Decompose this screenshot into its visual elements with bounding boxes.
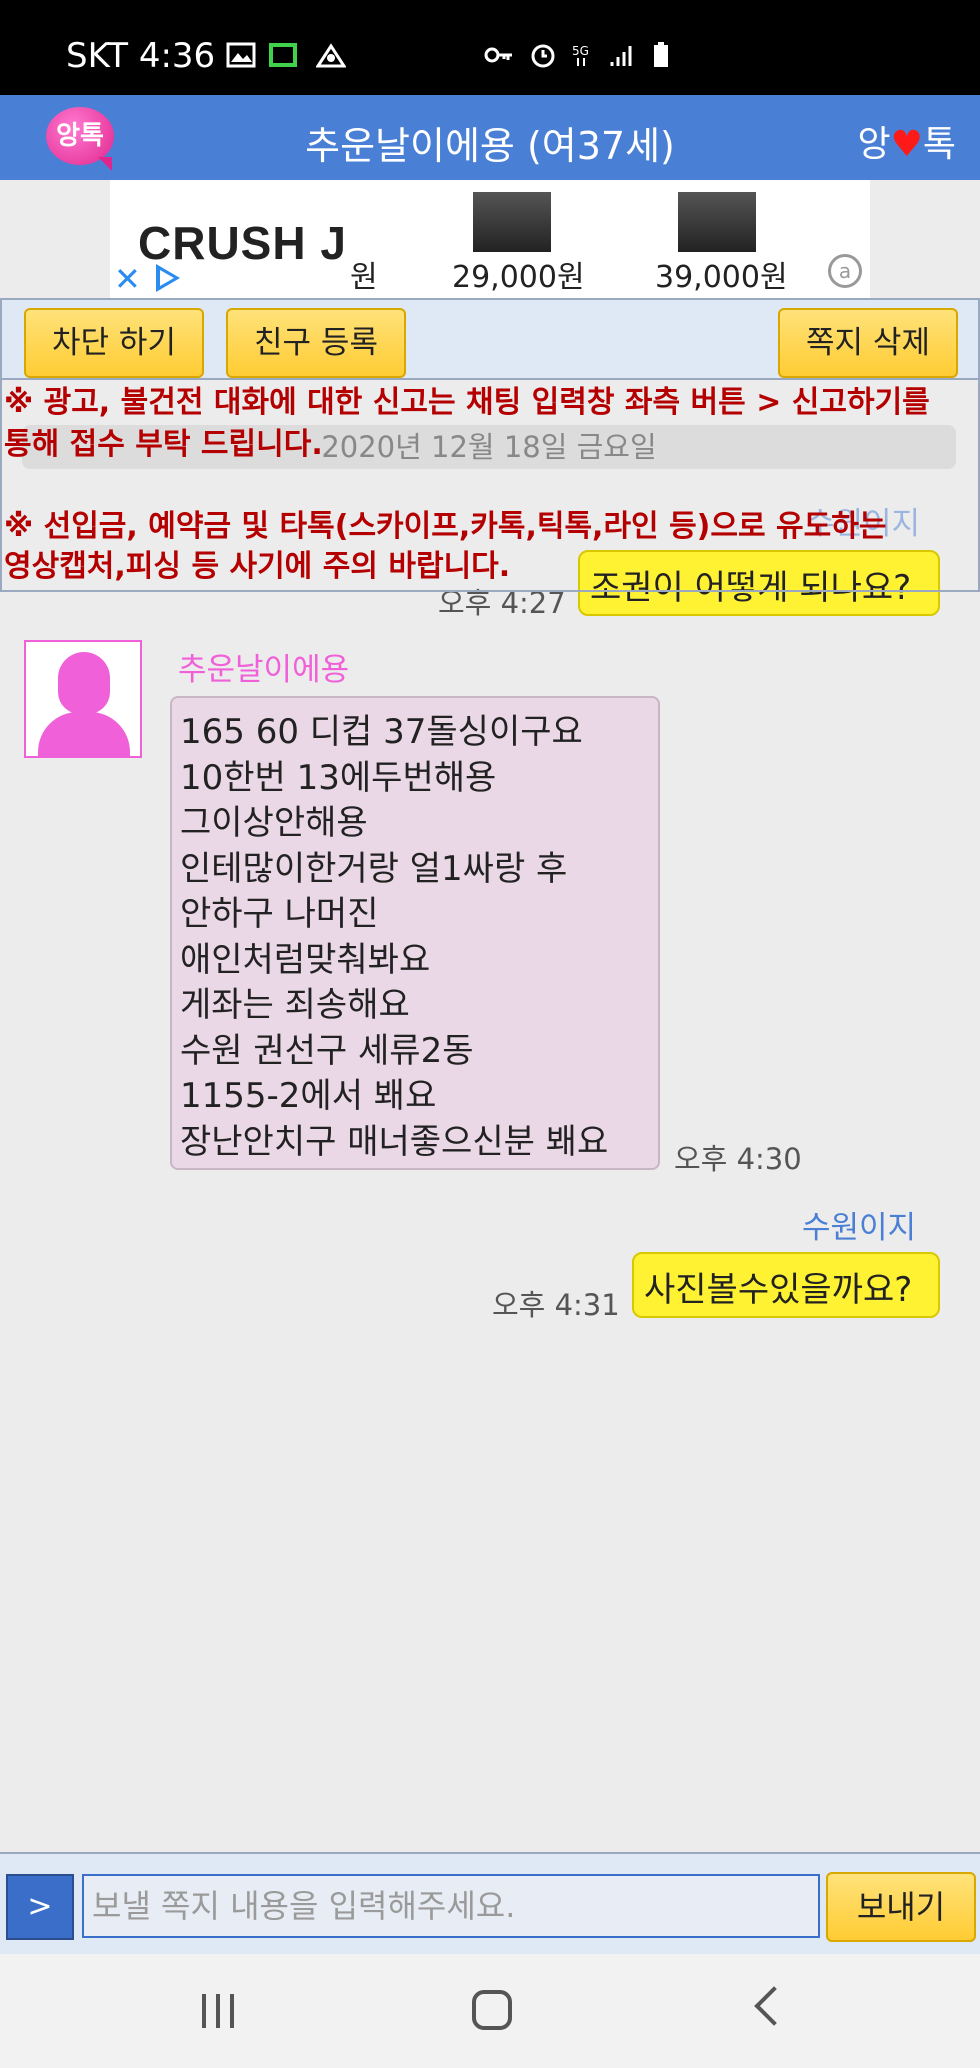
notice-line: 영상캡처,피싱 등 사기에 주의 바랍니다. bbox=[4, 549, 511, 584]
ad-price: 29,000원 bbox=[452, 260, 585, 295]
ad-product-image[interactable] bbox=[678, 192, 756, 252]
ad-product-image[interactable] bbox=[473, 192, 551, 252]
notice-line: 통해 접수 부탁 드립니다. bbox=[4, 427, 323, 462]
action-bar: 차단 하기 친구 등록 쪽지 삭제 bbox=[0, 298, 980, 380]
recent-apps-icon[interactable] bbox=[200, 1994, 238, 2028]
message-line: 165 60 디컵 37돌싱이구요 bbox=[180, 712, 583, 752]
brand-logo: 앙♥톡 bbox=[857, 124, 956, 165]
back-icon[interactable] bbox=[754, 1986, 794, 2026]
message-bubble-received[interactable]: 165 60 디컵 37돌싱이구요 10한번 13에두번해용 그이상안해용 인테… bbox=[170, 696, 660, 1170]
message-line: 10한번 13에두번해용 bbox=[180, 757, 497, 798]
menu-button[interactable]: > bbox=[6, 1874, 74, 1940]
heart-icon: ♥ bbox=[890, 124, 923, 165]
send-button[interactable]: 보내기 bbox=[826, 1872, 976, 1942]
battery-icon bbox=[654, 42, 668, 67]
svg-text:5G: 5G bbox=[572, 44, 589, 58]
sender-name: 추운날이에용 bbox=[178, 652, 350, 688]
notice-line: ※ 광고, 불건전 대화에 대한 신고는 채팅 입력창 좌측 버튼 > 신고하기… bbox=[4, 385, 930, 420]
system-nav-bar bbox=[0, 1954, 980, 2068]
message-line: 게좌는 죄송해요 bbox=[180, 985, 410, 1025]
message-time: 오후 4:31 bbox=[492, 1288, 620, 1322]
message-bubble-sent[interactable]: 사진볼수있을까요? bbox=[632, 1252, 940, 1318]
ad-price: 39,000원 bbox=[655, 260, 788, 295]
message-input[interactable] bbox=[82, 1874, 820, 1938]
message-line: 장난안치구 매너좋으신분 봬요 bbox=[180, 1121, 609, 1162]
message-line: 1155-2에서 봬요 bbox=[180, 1076, 437, 1116]
ad-price-fragment: 원 bbox=[350, 260, 378, 295]
delete-note-button[interactable]: 쪽지 삭제 bbox=[778, 308, 958, 378]
sender-name: 수원이지 bbox=[802, 1210, 917, 1246]
message-line: 안하구 나머진 bbox=[180, 894, 379, 934]
app-icon bbox=[316, 43, 346, 68]
avatar[interactable] bbox=[24, 640, 142, 758]
block-button[interactable]: 차단 하기 bbox=[24, 308, 204, 378]
app-header: 앙톡 추운날이에용 (여37세) 앙♥톡 bbox=[0, 95, 980, 180]
message-line: 그이상안해용 bbox=[180, 803, 368, 843]
add-friend-button[interactable]: 친구 등록 bbox=[226, 308, 406, 378]
image-icon bbox=[226, 42, 256, 68]
signal-icon bbox=[610, 46, 632, 66]
close-icon[interactable]: ✕ bbox=[114, 260, 141, 298]
message-line: 수원 권선구 세류2동 bbox=[180, 1030, 474, 1071]
ad-info-icon[interactable]: a bbox=[828, 254, 862, 288]
ad-brand-name[interactable]: CRUSH J bbox=[138, 216, 347, 270]
carrier-time: SKT 4:36 bbox=[66, 36, 216, 76]
home-icon[interactable] bbox=[472, 1990, 512, 2030]
warning-notice: ※ 광고, 불건전 대화에 대한 신고는 채팅 입력창 좌측 버튼 > 신고하기… bbox=[0, 380, 980, 592]
status-bar: SKT 4:36 5G bbox=[0, 0, 980, 95]
adchoices-icon[interactable] bbox=[156, 264, 180, 292]
chat-partner-title: 추운날이에용 (여37세) bbox=[305, 124, 675, 168]
message-line: 인테많이한거랑 얼1싸랑 후 bbox=[180, 848, 568, 889]
alarm-icon bbox=[531, 44, 555, 68]
message-time: 오후 4:30 bbox=[674, 1142, 802, 1176]
key-icon bbox=[484, 47, 512, 63]
screen-icon bbox=[269, 43, 297, 67]
5g-icon: 5G bbox=[572, 44, 589, 66]
message-line: 애인처럼맞춰봐요 bbox=[180, 939, 431, 980]
notice-line: ※ 선입금, 예약금 및 타톡(스카이프,카톡,틱톡,라인 등)으로 유도하는 bbox=[4, 509, 887, 544]
message-input-bar: > 보내기 bbox=[0, 1852, 980, 1954]
ad-banner[interactable]: CRUSH J 원 29,000원 39,000원 ✕ a bbox=[110, 180, 870, 298]
